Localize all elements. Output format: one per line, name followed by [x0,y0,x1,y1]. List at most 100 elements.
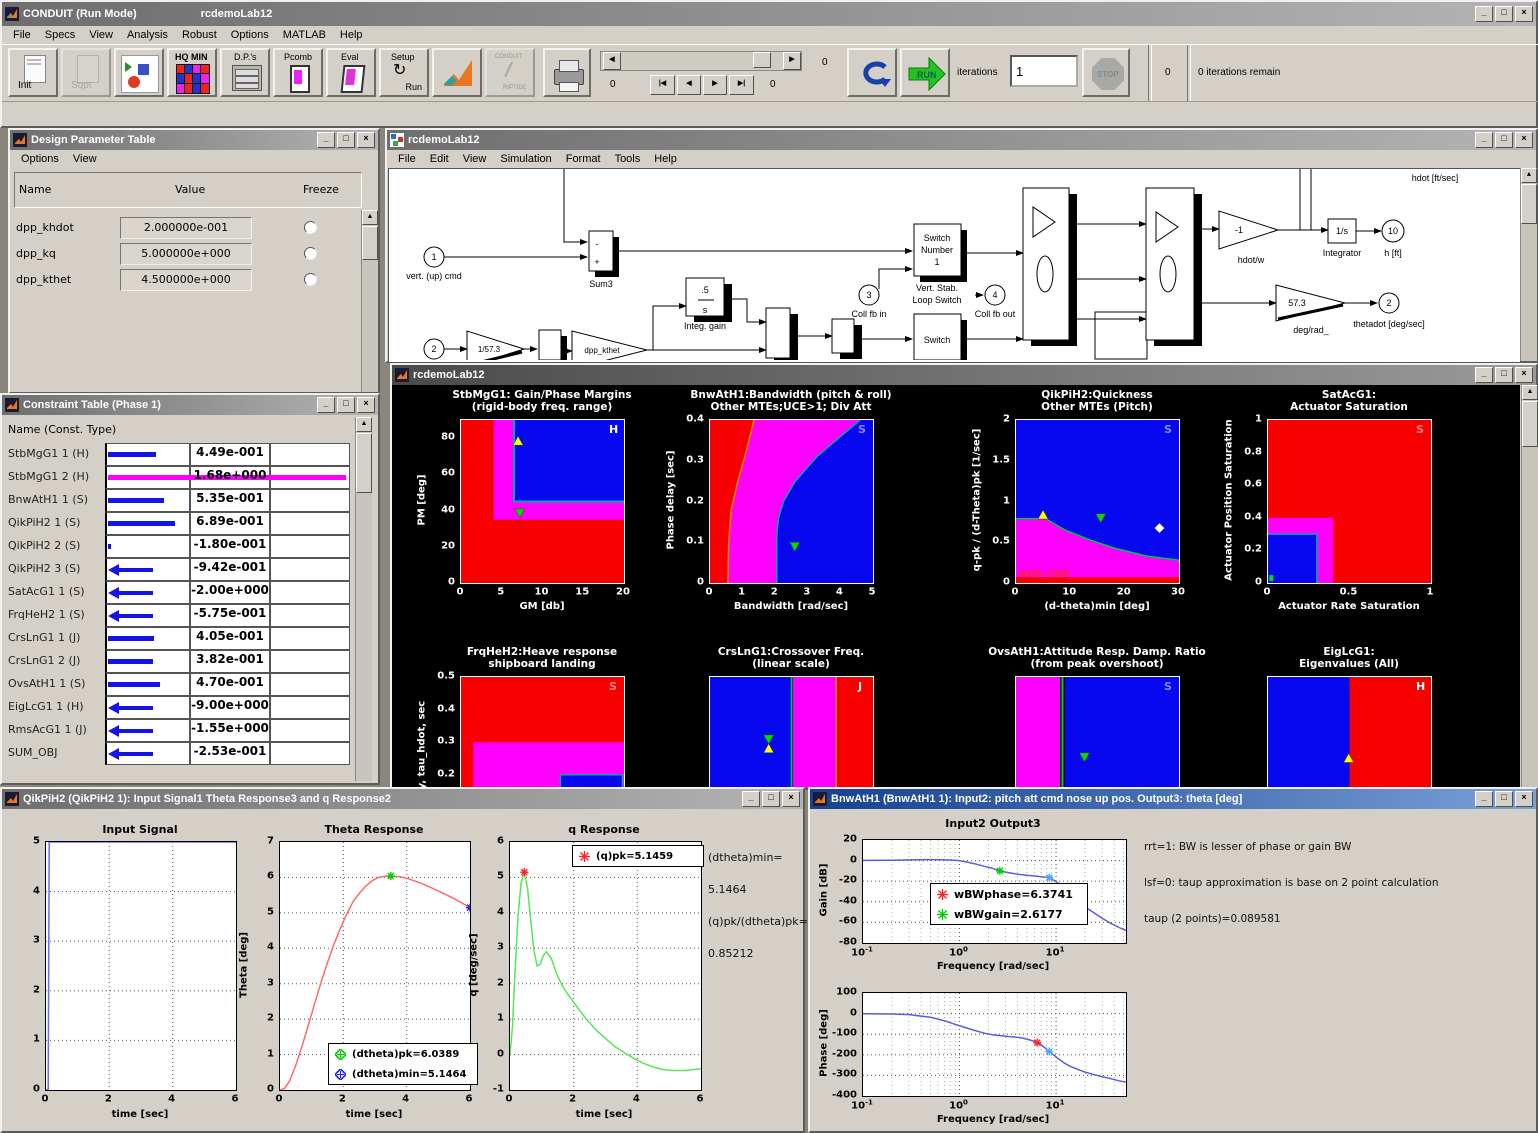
minimize-icon[interactable]: _ [1475,6,1493,22]
freeze-radio[interactable] [304,221,317,234]
freeze-radio[interactable] [304,273,317,286]
scroll-thumb[interactable] [1522,401,1538,447]
close-icon[interactable]: × [782,791,800,807]
menu-format[interactable]: Format [559,152,608,166]
constraint-row[interactable]: StbMgG1 2 (H)1.68e+000 [2,466,354,489]
maximize-icon[interactable]: □ [762,791,780,807]
maximize-icon[interactable]: □ [1495,132,1513,148]
case-slider[interactable]: ◀ ▶ [600,51,802,71]
conduit-riptide-button[interactable]: CONDUIT RIPTIDE [485,48,535,97]
pcomb-button[interactable]: Pcomb [273,48,323,97]
undo-button[interactable] [847,48,897,97]
scroll-thumb[interactable] [362,226,378,260]
slider-thumb[interactable] [753,52,771,68]
sqpt-button[interactable]: Sqpt [61,48,111,97]
titlebar-spec-plots[interactable]: rcdemoLab12 _ □ × [392,365,1536,385]
next-icon[interactable]: ▶ [703,75,727,95]
titlebar-main[interactable]: CONDUIT (Run Mode) rcdemoLab12 _ □ × [2,2,1536,26]
last-icon[interactable]: ▶| [729,75,754,95]
close-icon[interactable]: × [1515,791,1533,807]
maximize-icon[interactable]: □ [1495,791,1513,807]
slider-left-arrow-icon[interactable]: ◀ [603,52,621,70]
minimize-icon[interactable]: _ [1475,132,1493,148]
constraint-row[interactable]: QikPiH2 2 (S)-1.80e-001 [2,535,354,558]
maximize-icon[interactable]: □ [1495,367,1513,383]
setup-run-button[interactable]: Setup ↻ Run [379,48,429,97]
close-icon[interactable]: × [357,132,375,148]
maximize-icon[interactable]: □ [337,397,355,413]
close-icon[interactable]: × [1515,367,1533,383]
menu-view[interactable]: View [66,152,104,166]
constraint-row[interactable]: SUM_OBJ-2.53e-001 [2,742,354,765]
prev-icon[interactable]: ◀ [677,75,701,95]
constraint-row[interactable]: CrsLnG1 1 (J)4.05e-001 [2,627,354,650]
hqmin-button[interactable]: HQ MIN [167,48,217,97]
plot-button[interactable] [114,48,164,97]
slider-right-arrow-icon[interactable]: ▶ [783,52,801,70]
menu-edit[interactable]: Edit [423,152,456,166]
minimize-icon[interactable]: _ [1475,367,1493,383]
freeze-radio[interactable] [304,247,317,260]
close-icon[interactable]: × [1515,132,1533,148]
simulink-canvas[interactable]: 1 vert. (up) cmd - + Sum3 Switch Number … [388,168,1521,363]
dps-button[interactable]: D.P.'s [220,48,270,97]
maximize-icon[interactable]: □ [337,132,355,148]
menu-options[interactable]: Options [14,152,66,166]
param-value-field[interactable]: 2.000000e-001 [120,217,252,239]
matlab-button[interactable] [432,48,482,97]
titlebar-qikpih2[interactable]: QikPiH2 (QikPiH2 1): Input Signal1 Theta… [2,789,803,809]
scroll-up-icon[interactable]: ▲ [362,210,378,225]
simulink-scrollbar[interactable]: ▲ [1520,168,1537,361]
titlebar-simulink[interactable]: rcdemoLab12 _ □ × [387,130,1536,150]
menu-file[interactable]: File [391,152,423,166]
run-button[interactable]: RUN [900,48,950,97]
constraint-row[interactable]: RmsAcG1 1 (J)-1.55e+000 [2,719,354,742]
stop-button[interactable]: STOP [1082,48,1130,97]
menu-help[interactable]: Help [647,152,684,166]
menu-options[interactable]: Options [224,28,276,42]
scroll-thumb[interactable] [356,433,372,493]
constraint-scrollbar[interactable]: ▲ [355,417,372,781]
design-scrollbar[interactable]: ▲ [361,210,378,392]
spec-plots-scrollbar[interactable]: ▲ [1521,385,1538,788]
constraint-row[interactable]: SatAcG1 1 (S)-2.00e+000 [2,581,354,604]
menu-file[interactable]: File [6,28,38,42]
menu-analysis[interactable]: Analysis [120,28,175,42]
menu-help[interactable]: Help [333,28,370,42]
menu-matlab[interactable]: MATLAB [276,28,333,42]
param-value-field[interactable]: 5.000000e+000 [120,243,252,265]
scroll-up-icon[interactable]: ▲ [356,417,372,432]
menu-specs[interactable]: Specs [38,28,83,42]
menu-view[interactable]: View [456,152,494,166]
titlebar-design[interactable]: Design Parameter Table _ □ × [10,130,378,150]
constraint-row[interactable]: CrsLnG1 2 (J)3.82e-001 [2,650,354,673]
minimize-icon[interactable]: _ [1475,791,1493,807]
menu-tools[interactable]: Tools [608,152,648,166]
print-button[interactable] [543,48,591,97]
close-icon[interactable]: × [357,397,375,413]
constraint-row[interactable]: FrqHeH2 1 (S)-5.75e-001 [2,604,354,627]
scroll-thumb[interactable] [1521,184,1537,224]
constraint-row[interactable]: StbMgG1 1 (H)4.49e-001 [2,443,354,466]
constraint-row[interactable]: EigLcG1 1 (H)-9.00e+000 [2,696,354,719]
maximize-icon[interactable]: □ [1495,6,1513,22]
iterations-input[interactable] [1010,55,1078,87]
minimize-icon[interactable]: _ [317,397,335,413]
first-icon[interactable]: |◀ [650,75,675,95]
param-value-field[interactable]: 4.500000e+000 [120,269,252,291]
constraint-row[interactable]: OvsAtH1 1 (S)4.70e-001 [2,673,354,696]
minimize-icon[interactable]: _ [317,132,335,148]
constraint-row[interactable]: QikPiH2 1 (S)6.89e-001 [2,512,354,535]
titlebar-bnwath1[interactable]: BnwAtH1 (BnwAtH1 1): Input2: pitch att c… [810,789,1536,809]
scroll-up-icon[interactable]: ▲ [1522,385,1538,400]
titlebar-constraint[interactable]: Constraint Table (Phase 1) _ □ × [2,395,378,415]
minimize-icon[interactable]: _ [742,791,760,807]
close-icon[interactable]: × [1515,6,1533,22]
eval-button[interactable]: Eval [326,48,376,97]
menu-simulation[interactable]: Simulation [493,152,558,166]
constraint-row[interactable]: BnwAtH1 1 (S)5.35e-001 [2,489,354,512]
menu-view[interactable]: View [82,28,120,42]
menu-robust[interactable]: Robust [175,28,224,42]
constraint-row[interactable]: QikPiH2 3 (S)-9.42e-001 [2,558,354,581]
scroll-up-icon[interactable]: ▲ [1521,168,1537,183]
